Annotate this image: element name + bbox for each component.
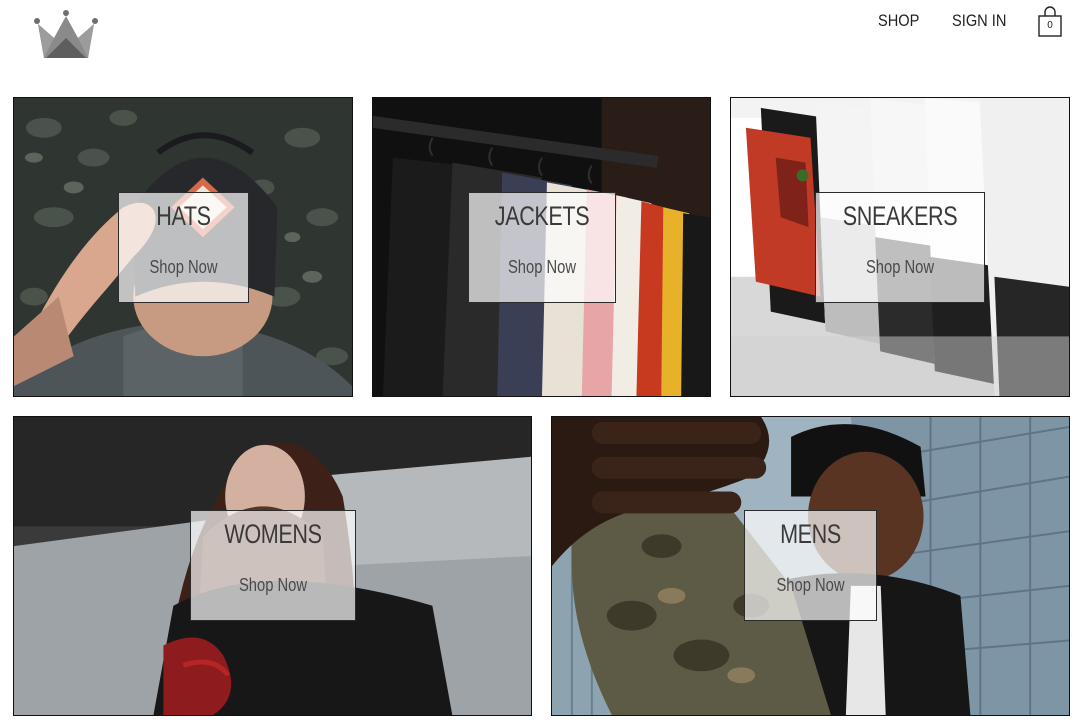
- category-overlay: JACKETS Shop Now: [468, 192, 616, 303]
- category-overlay: WOMENS Shop Now: [190, 510, 356, 621]
- category-title: WOMENS: [224, 519, 322, 549]
- category-title: SNEAKERS: [842, 201, 958, 231]
- category-title: HATS: [156, 201, 211, 231]
- shop-now-link[interactable]: Shop Now: [482, 257, 602, 278]
- category-overlay: MENS Shop Now: [744, 510, 877, 621]
- cart-count: 0: [1047, 20, 1053, 31]
- crown-logo-icon[interactable]: [32, 8, 100, 60]
- shop-now-link[interactable]: Shop Now: [131, 257, 237, 278]
- shop-now-link[interactable]: Shop Now: [206, 575, 340, 596]
- nav-signin-link[interactable]: SIGN IN: [952, 11, 1006, 31]
- category-tile-mens[interactable]: MENS Shop Now: [551, 416, 1070, 716]
- cart-button[interactable]: 0: [1036, 6, 1064, 38]
- category-tile-hats[interactable]: HATS Shop Now: [13, 97, 353, 397]
- category-overlay: HATS Shop Now: [118, 192, 249, 303]
- category-tile-jackets[interactable]: JACKETS Shop Now: [372, 97, 711, 397]
- category-overlay: SNEAKERS Shop Now: [815, 192, 985, 303]
- shop-now-link[interactable]: Shop Now: [757, 575, 864, 596]
- category-tile-sneakers[interactable]: SNEAKERS Shop Now: [730, 97, 1070, 397]
- shop-now-link[interactable]: Shop Now: [831, 257, 969, 278]
- category-tile-womens[interactable]: WOMENS Shop Now: [13, 416, 532, 716]
- nav-shop-link[interactable]: SHOP: [878, 11, 919, 31]
- category-title: MENS: [780, 519, 841, 549]
- category-title: JACKETS: [494, 201, 590, 231]
- header: SHOP SIGN IN 0: [0, 0, 1084, 70]
